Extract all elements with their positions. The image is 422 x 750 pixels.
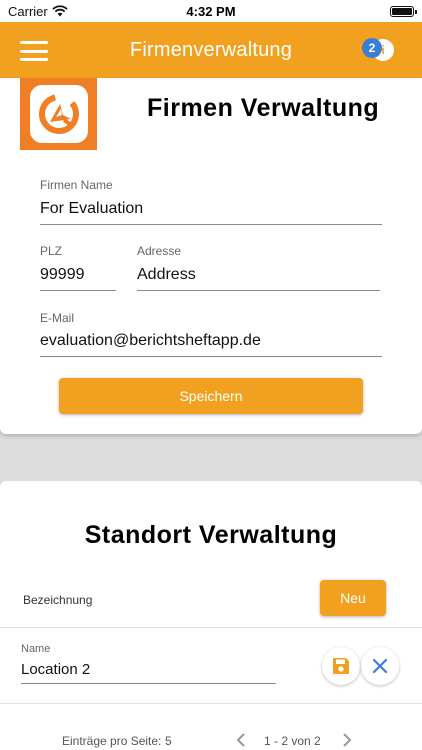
- divider: [0, 627, 422, 628]
- address-field[interactable]: Adresse Address: [137, 244, 380, 291]
- company-card: Firmen Verwaltung Firmen Name For Evalua…: [0, 78, 422, 434]
- new-location-button[interactable]: Neu: [320, 580, 386, 616]
- locations-heading: Standort Verwaltung: [84, 521, 338, 549]
- chevron-right-icon[interactable]: [340, 732, 354, 748]
- email-input[interactable]: evaluation@berichtsheftapp.de: [40, 332, 382, 350]
- location-name-field[interactable]: Name Location 2: [21, 643, 276, 684]
- save-icon: [333, 658, 349, 674]
- per-page-select[interactable]: 5: [165, 734, 172, 748]
- location-name-label: Name: [21, 643, 51, 655]
- address-label: Adresse: [137, 244, 182, 258]
- company-name-input[interactable]: For Evaluation: [40, 200, 382, 218]
- per-page-label: Einträge pro Seite:: [62, 734, 162, 748]
- status-bar: Carrier 4:32 PM: [0, 0, 422, 22]
- menu-icon[interactable]: [20, 41, 48, 61]
- location-name-input[interactable]: Location 2: [21, 661, 276, 678]
- page-range: 1 - 2 von 2: [264, 734, 321, 748]
- plz-field[interactable]: PLZ 99999: [40, 244, 116, 291]
- wifi-icon: [52, 5, 68, 17]
- close-icon: [372, 658, 388, 674]
- company-heading: Firmen Verwaltung: [147, 94, 380, 122]
- company-name-label: Firmen Name: [40, 178, 113, 192]
- plz-label: PLZ: [40, 244, 63, 258]
- app-bar-title: Firmenverwaltung: [129, 38, 293, 61]
- email-field[interactable]: E-Mail evaluation@berichtsheftapp.de: [40, 311, 382, 357]
- email-label: E-Mail: [40, 311, 75, 325]
- plz-input[interactable]: 99999: [40, 266, 116, 284]
- divider: [0, 703, 422, 704]
- notification-badge: 2: [362, 38, 382, 58]
- save-location-button[interactable]: [322, 647, 360, 685]
- battery-icon: [390, 5, 417, 17]
- app-logo: [20, 78, 97, 150]
- locations-card: Standort Verwaltung Bezeichnung Neu Name…: [0, 481, 422, 750]
- save-company-button[interactable]: Speichern: [59, 378, 363, 414]
- carrier-label: Carrier: [8, 3, 48, 19]
- address-input[interactable]: Address: [137, 266, 380, 284]
- app-bar: Firmenverwaltung i 2: [0, 22, 422, 78]
- chevron-left-icon[interactable]: [234, 732, 248, 748]
- column-header-bezeichnung: Bezeichnung: [23, 593, 93, 607]
- delete-location-button[interactable]: [361, 647, 399, 685]
- company-name-field[interactable]: Firmen Name For Evaluation: [40, 178, 382, 225]
- notification-button[interactable]: i 2: [362, 38, 398, 62]
